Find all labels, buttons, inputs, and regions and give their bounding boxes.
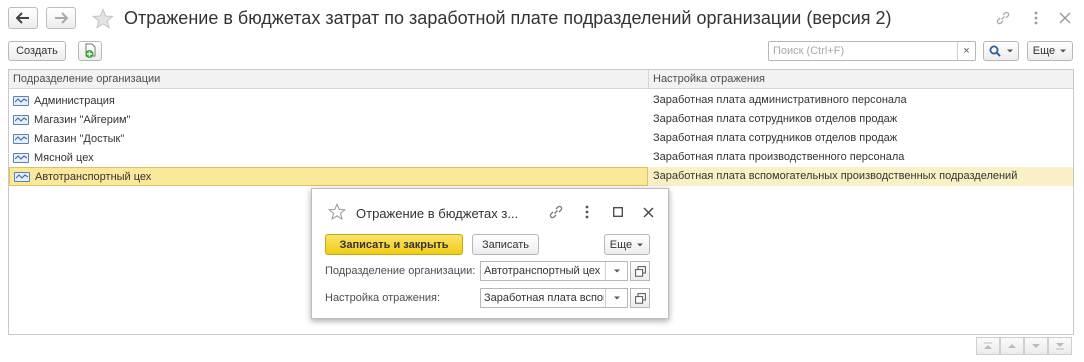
favorite-star-icon[interactable]	[328, 203, 346, 221]
search-options-button[interactable]	[983, 41, 1019, 61]
chevron-down-icon	[1060, 49, 1067, 53]
cell-department: Мясной цех	[9, 148, 648, 167]
arrow-left-icon	[16, 12, 29, 24]
search-input[interactable]	[769, 42, 955, 60]
close-icon[interactable]	[1056, 9, 1074, 27]
catalog-item-icon	[13, 133, 29, 144]
last-page-icon	[1056, 343, 1064, 350]
catalog-item-icon	[13, 95, 29, 106]
department-name: Администрация	[34, 94, 115, 107]
cell-setting: Заработная плата производственного персо…	[653, 151, 905, 163]
page-title: Отражение в бюджетах затрат по заработно…	[124, 8, 892, 28]
catalog-item-icon	[13, 114, 29, 125]
scroll-top-button[interactable]	[976, 337, 1000, 355]
column-divider[interactable]	[648, 70, 649, 89]
catalog-item-icon	[13, 152, 29, 163]
cell-department: Автотранспортный цех	[9, 167, 648, 186]
favorite-star-icon[interactable]	[92, 8, 114, 30]
department-name: Автотранспортный цех	[35, 170, 152, 183]
chevron-down-icon	[637, 243, 644, 246]
cell-setting: Заработная плата вспомогательных произво…	[653, 170, 1018, 182]
open-window-icon	[634, 265, 646, 277]
setting-field[interactable]: Заработная плата вспом	[480, 288, 628, 308]
cell-department: Магазин "Айгерим"	[9, 110, 648, 129]
table-row[interactable]: Магазин "Айгерим" Заработная плата сотру…	[9, 110, 1073, 129]
link-icon[interactable]	[547, 203, 565, 221]
table-row[interactable]: Мясной цех Заработная плата производстве…	[9, 148, 1073, 167]
department-open-button[interactable]	[630, 261, 650, 281]
cell-setting: Заработная плата сотрудников отделов про…	[653, 132, 898, 144]
catalog-item-icon	[14, 171, 30, 182]
search-field[interactable]: ×	[768, 41, 976, 61]
dialog-title: Отражение в бюджетах з...	[356, 206, 519, 221]
column-header-department[interactable]: Подразделение организации	[13, 73, 160, 85]
cell-setting: Заработная плата сотрудников отделов про…	[653, 113, 898, 125]
add-copy-icon	[85, 43, 96, 58]
more-vertical-icon[interactable]	[1027, 9, 1045, 27]
scroll-bottom-button[interactable]	[1048, 337, 1072, 355]
search-icon	[989, 45, 1001, 57]
department-dropdown-button[interactable]	[605, 262, 627, 280]
department-name: Магазин "Айгерим"	[34, 113, 131, 126]
table-row[interactable]: Администрация Заработная плата администр…	[9, 91, 1073, 110]
scroll-down-button[interactable]	[1024, 337, 1048, 355]
open-window-icon	[634, 292, 646, 304]
more-button[interactable]: Еще	[1027, 41, 1073, 61]
department-label: Подразделение организации:	[325, 265, 476, 277]
table-header: Подразделение организации Настройка отра…	[9, 70, 1073, 89]
scroll-up-button[interactable]	[1000, 337, 1024, 355]
cell-setting: Заработная плата административного персо…	[653, 94, 907, 106]
column-header-setting[interactable]: Настройка отражения	[653, 73, 765, 85]
maximize-icon[interactable]	[609, 203, 627, 221]
more-button-label: Еще	[1032, 45, 1056, 57]
caret-down-icon	[1032, 344, 1040, 348]
setting-open-button[interactable]	[630, 288, 650, 308]
department-name: Мясной цех	[34, 151, 94, 164]
save-and-close-button[interactable]: Записать и закрыть	[325, 234, 463, 255]
arrow-right-icon	[55, 12, 68, 24]
table-row-selected[interactable]: Автотранспортный цех Заработная плата вс…	[9, 167, 1073, 186]
close-icon[interactable]	[639, 203, 657, 221]
chevron-down-icon	[613, 296, 620, 300]
cell-department: Администрация	[9, 91, 648, 110]
department-value: Автотранспортный цех	[484, 265, 601, 277]
table-row[interactable]: Магазин "Достык" Заработная плата сотруд…	[9, 129, 1073, 148]
setting-dropdown-button[interactable]	[605, 289, 627, 307]
first-page-icon	[984, 342, 992, 349]
cell-department: Магазин "Достык"	[9, 129, 648, 148]
search-clear-button[interactable]: ×	[957, 42, 975, 60]
title-bar: Отражение в бюджетах затрат по заработно…	[0, 0, 1084, 38]
setting-label: Настройка отражения:	[325, 292, 441, 304]
dialog-more-label: Еще	[609, 238, 633, 251]
chevron-down-icon	[1006, 49, 1013, 53]
create-button[interactable]: Создать	[8, 41, 66, 61]
caret-up-icon	[1008, 344, 1016, 348]
forward-button[interactable]	[46, 7, 76, 29]
chevron-down-icon	[613, 269, 620, 273]
setting-value: Заработная плата вспом	[484, 292, 604, 304]
more-vertical-icon[interactable]	[578, 203, 596, 221]
link-icon[interactable]	[994, 9, 1012, 27]
record-dialog: Отражение в бюджетах з... Записать и зак…	[311, 188, 669, 319]
department-name: Магазин "Достык"	[34, 132, 125, 145]
department-field[interactable]: Автотранспортный цех	[480, 261, 628, 281]
copy-button[interactable]	[78, 41, 102, 61]
back-button[interactable]	[8, 7, 38, 29]
save-button[interactable]: Записать	[472, 234, 539, 255]
dialog-more-button[interactable]: Еще	[604, 234, 650, 255]
